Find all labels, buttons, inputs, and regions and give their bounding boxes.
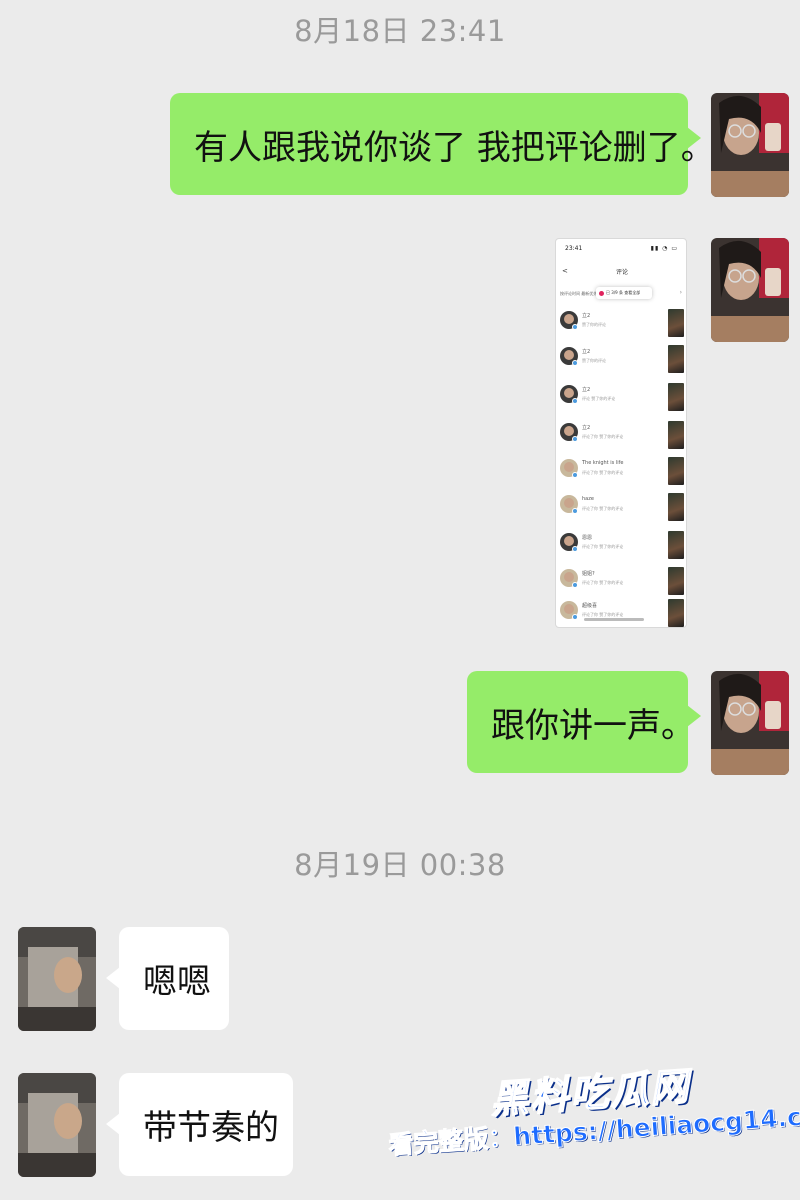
message-text: 有人跟我说你谈了 我把评论删了。 [194, 127, 715, 168]
thumbnail [668, 599, 684, 627]
badge-icon [572, 508, 578, 514]
list-item-name: 立2 [582, 349, 591, 355]
list-item-name: 姐姐? [582, 571, 595, 577]
badge-icon [572, 582, 578, 588]
list-item-name: 立2 [582, 387, 591, 393]
list-item: 姐姐? 评论了你 赞了你的评论 [556, 565, 686, 601]
message-text: 嗯嗯 [143, 962, 211, 1002]
message-text: 带节奏的 [143, 1108, 279, 1148]
thumbnail [668, 421, 684, 449]
badge-icon [572, 360, 578, 366]
list-item-name: The knight is life [582, 460, 624, 466]
badge-icon [572, 436, 578, 442]
message-bubble-incoming[interactable]: 带节奏的 [106, 1073, 293, 1176]
list-item: 立2 赞了你的评论 [556, 307, 686, 343]
my-avatar[interactable] [711, 93, 789, 197]
message-bubble-incoming[interactable]: 嗯嗯 [106, 927, 229, 1030]
list-item-name: 恩恩 [582, 535, 593, 541]
thumbnail [668, 345, 684, 373]
avatar-image [711, 671, 789, 775]
list-item-sub: 评论了你 赞了你的评论 [582, 506, 624, 511]
thumbnail [668, 309, 684, 337]
contact-avatar[interactable] [18, 927, 96, 1031]
thumbnail [668, 493, 684, 521]
list-item-name: 超级喜 [582, 603, 598, 609]
toast: 已 3/9 条 查看全部 [596, 287, 652, 299]
thumbnail [668, 457, 684, 485]
list-item-sub: 评论了你 赞了你的评论 [582, 434, 624, 439]
badge-icon [572, 472, 578, 478]
list-item: haze 评论了你 赞了你的评论 [556, 491, 686, 527]
list-item-name: haze [582, 496, 594, 502]
list-item: The knight is life 评论了你 赞了你的评论 [556, 455, 686, 491]
toast-icon [599, 290, 604, 296]
list-item-name: 立2 [582, 425, 591, 431]
thumbnail [668, 531, 684, 559]
list-item: 立2 评论了你 赞了你的评论 [556, 419, 686, 455]
avatar-image [711, 93, 789, 197]
filter-label: 按评论时间 最新优先 [560, 291, 598, 296]
list-item-sub: 赞了你的评论 [582, 322, 606, 327]
image-message-screenshot[interactable]: 23:41 ▮▮ ◔ ▭ < 评论 按评论时间 最新优先 › 已 3/9 条 查… [555, 238, 687, 628]
timestamp: 8月19日 00:38 [294, 848, 506, 882]
badge-icon [572, 324, 578, 330]
list-item-sub: 评论 赞了你的评论 [582, 396, 616, 401]
thumbnail [668, 383, 684, 411]
thumbnail [668, 567, 684, 595]
list-item: 恩恩 评论了你 赞了你的评论 [556, 529, 686, 565]
my-avatar[interactable] [711, 238, 789, 342]
avatar-image [711, 238, 789, 342]
my-avatar[interactable] [711, 671, 789, 775]
timestamp: 8月18日 23:41 [294, 14, 506, 48]
list-item: 立2 赞了你的评论 [556, 343, 686, 379]
scroll-indicator [584, 618, 644, 621]
message-bubble-outgoing[interactable]: 跟你讲一声。 [467, 671, 701, 773]
avatar-image [18, 1073, 96, 1177]
list-item-sub: 评论了你 赞了你的评论 [582, 580, 624, 585]
list-item-sub: 评论了你 赞了你的评论 [582, 544, 624, 549]
status-time: 23:41 [565, 245, 583, 252]
list-item-sub: 评论了你 赞了你的评论 [582, 470, 624, 475]
list-item: 超级喜 评论了你 赞了你的评论 [556, 597, 686, 627]
message-bubble-outgoing[interactable]: 有人跟我说你谈了 我把评论删了。 [170, 93, 715, 195]
toast-text: 已 3/9 条 查看全部 [606, 290, 641, 295]
badge-icon [572, 546, 578, 552]
screenshot-title: 评论 [615, 269, 628, 276]
list-item: 立2 评论 赞了你的评论 [556, 381, 686, 417]
list-item-name: 立2 [582, 313, 591, 319]
signal-icon: ▮▮ ◔ ▭ [650, 245, 678, 252]
badge-icon [572, 398, 578, 404]
badge-icon [572, 614, 578, 620]
contact-avatar[interactable] [18, 1073, 96, 1177]
message-text: 跟你讲一声。 [491, 705, 695, 746]
list-item-sub: 赞了你的评论 [582, 358, 606, 363]
avatar-image [18, 927, 96, 1031]
more-icon: › [679, 289, 682, 296]
